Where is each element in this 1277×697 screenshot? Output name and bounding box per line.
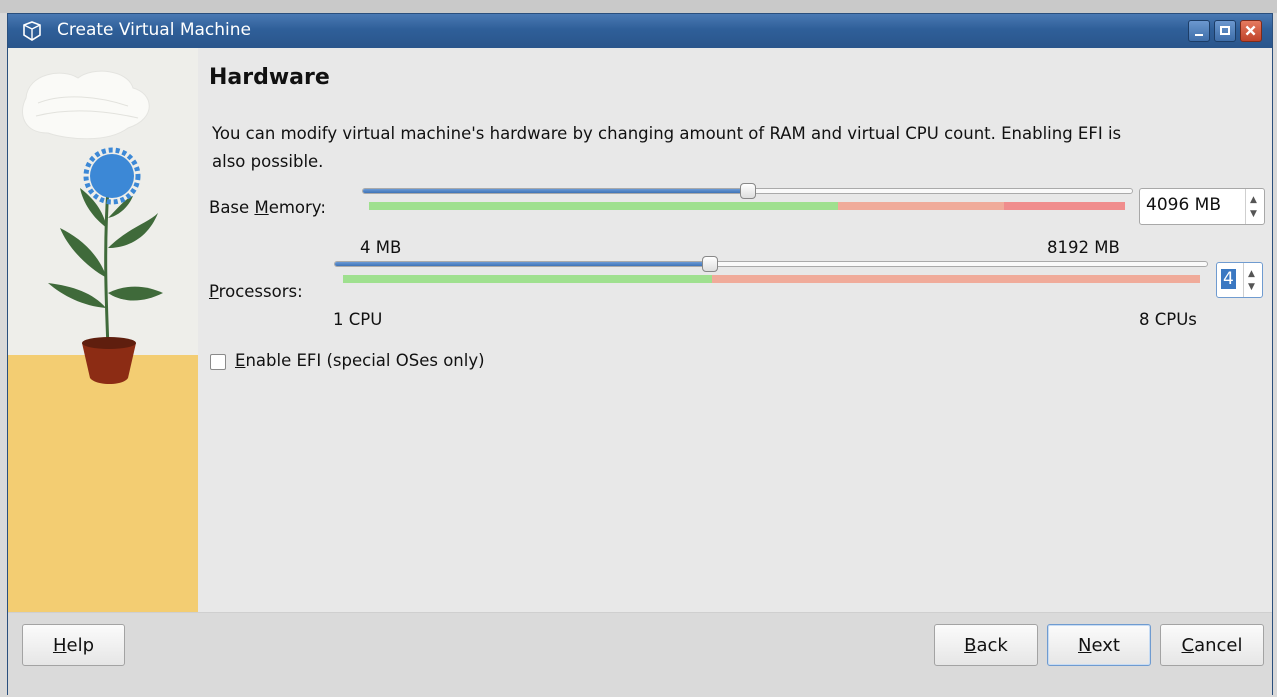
- processors-slider[interactable]: [334, 261, 1208, 267]
- mnemonic: H: [52, 634, 67, 656]
- close-icon: [1245, 25, 1256, 36]
- label-text: nable EFI (special OSes only): [245, 351, 485, 370]
- processors-min-label: 1 CPU: [333, 310, 383, 329]
- meter-good-segment: [343, 275, 712, 283]
- help-button[interactable]: Help: [22, 624, 125, 666]
- back-button[interactable]: Back: [934, 624, 1038, 666]
- button-label: ancel: [1194, 634, 1243, 656]
- processors-slider-fill: [335, 262, 710, 266]
- enable-efi-label[interactable]: Enable EFI (special OSes only): [235, 351, 485, 370]
- button-label: ack: [976, 634, 1008, 656]
- close-button[interactable]: [1240, 20, 1262, 42]
- processors-max-label: 8 CPUs: [1139, 310, 1197, 329]
- wizard-illustration: [8, 48, 198, 612]
- spin-down-icon[interactable]: ▼: [1248, 282, 1255, 292]
- processors-value: 4: [1221, 269, 1236, 289]
- mnemonic: P: [209, 282, 219, 301]
- button-label: ext: [1091, 634, 1120, 656]
- cancel-button[interactable]: Cancel: [1160, 624, 1264, 666]
- maximize-icon: [1220, 26, 1230, 35]
- memory-slider-handle[interactable]: [739, 183, 756, 199]
- spin-down-icon[interactable]: ▼: [1250, 209, 1257, 219]
- meter-bad-segment: [1004, 202, 1125, 210]
- spin-arrows: ▲ ▼: [1243, 263, 1262, 297]
- background-strip: [0, 0, 1277, 13]
- mnemonic: E: [235, 351, 246, 370]
- mnemonic: M: [254, 198, 269, 217]
- page-title: Hardware: [209, 65, 330, 90]
- label-text: Base: [209, 198, 255, 217]
- button-label: elp: [66, 634, 95, 656]
- meter-good-segment: [369, 202, 838, 210]
- minimize-icon: [1195, 34, 1203, 36]
- spin-up-icon[interactable]: ▲: [1250, 195, 1257, 205]
- memory-max-label: 8192 MB: [1047, 238, 1120, 257]
- page-description: You can modify virtual machine's hardwar…: [212, 124, 1122, 171]
- processors-slider-handle[interactable]: [701, 256, 718, 272]
- processors-range-meter: [343, 275, 1200, 283]
- spin-arrows: ▲ ▼: [1245, 189, 1264, 224]
- next-button[interactable]: Next: [1047, 624, 1151, 666]
- processors-spinbox[interactable]: 4 ▲ ▼: [1216, 262, 1263, 298]
- window-title: Create Virtual Machine: [57, 20, 252, 40]
- base-memory-label: Base Memory:: [209, 198, 326, 217]
- wizard-page: Hardware You can modify virtual machine'…: [198, 48, 1272, 612]
- meter-warn-segment: [837, 202, 1005, 210]
- mnemonic: C: [1181, 634, 1195, 656]
- flower-pot-illustration: [8, 48, 198, 612]
- memory-min-label: 4 MB: [360, 238, 402, 257]
- create-vm-dialog: Create Virtual Machine Hardware You can …: [7, 13, 1273, 697]
- label-text: emory:: [268, 198, 326, 217]
- mnemonic: B: [964, 634, 977, 656]
- processors-label: Processors:: [209, 282, 303, 301]
- meter-warn-segment: [711, 275, 1200, 283]
- enable-efi-checkbox[interactable]: [210, 354, 226, 370]
- virtualbox-icon: [23, 21, 41, 41]
- memory-range-meter: [369, 202, 1125, 210]
- mnemonic: N: [1078, 634, 1092, 656]
- titlebar: Create Virtual Machine: [8, 14, 1272, 48]
- memory-value: 4096 MB: [1146, 195, 1221, 215]
- memory-spinbox[interactable]: 4096 MB ▲ ▼: [1139, 188, 1265, 225]
- spin-up-icon[interactable]: ▲: [1248, 269, 1255, 279]
- label-text: rocessors:: [218, 282, 303, 301]
- memory-slider-fill: [363, 189, 748, 193]
- button-bar: Help Back Next Cancel: [8, 612, 1272, 697]
- minimize-button[interactable]: [1188, 20, 1210, 42]
- maximize-button[interactable]: [1214, 20, 1236, 42]
